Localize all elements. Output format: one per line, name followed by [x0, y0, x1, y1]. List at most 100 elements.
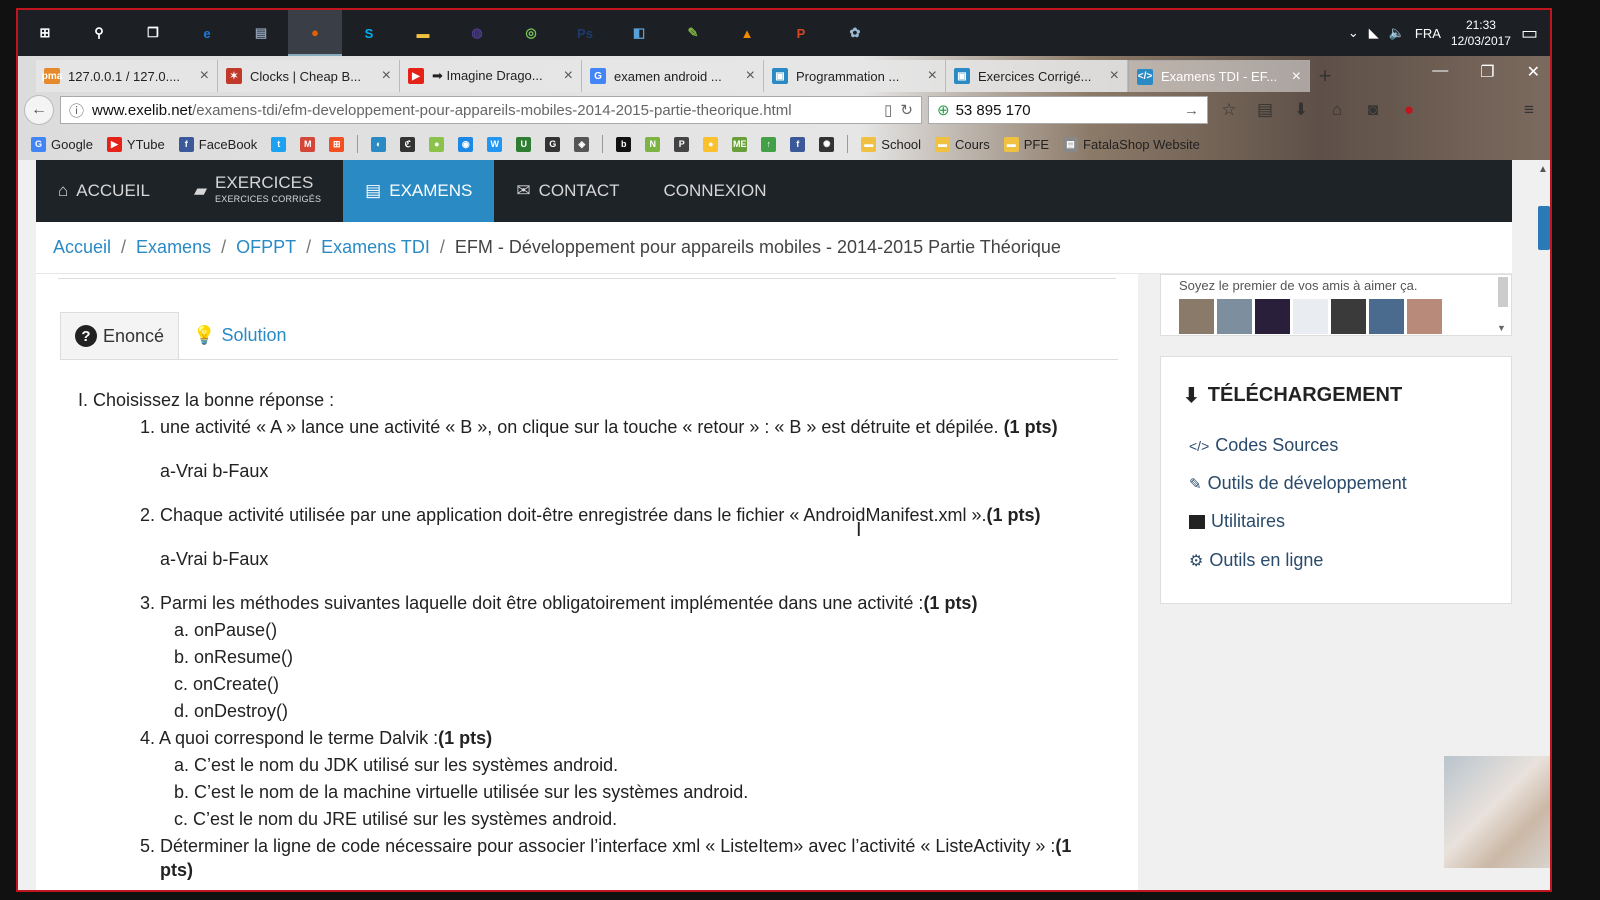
- browser-tab[interactable]: ✶ Clocks | Cheap B... ×: [218, 60, 400, 92]
- new-tab-button[interactable]: +: [1310, 60, 1340, 92]
- breadcrumb-accueil[interactable]: Accueil: [53, 237, 111, 258]
- info-icon[interactable]: ⓘ: [69, 100, 84, 121]
- notifications-icon[interactable]: ▭: [1521, 23, 1538, 44]
- bookmark-item[interactable]: G: [540, 136, 565, 152]
- bookmark-item[interactable]: ▬ PFE: [999, 136, 1054, 152]
- avatar[interactable]: [1255, 299, 1290, 334]
- avatar[interactable]: [1179, 299, 1214, 334]
- reader-view-icon[interactable]: ▯: [884, 101, 892, 119]
- adblock-icon[interactable]: ●: [1394, 95, 1424, 125]
- bookmark-item[interactable]: M: [295, 136, 320, 152]
- bookmark-item[interactable]: ▶ YTube: [102, 136, 170, 152]
- download-icon[interactable]: ⬇: [1286, 95, 1316, 125]
- bookmark-item[interactable]: ●: [424, 136, 449, 152]
- link-utilitaires[interactable]: Utilitaires: [1189, 511, 1285, 532]
- back-button[interactable]: ←: [24, 95, 54, 125]
- close-tab-icon[interactable]: ×: [1110, 67, 1119, 85]
- close-tab-icon[interactable]: ×: [200, 67, 209, 85]
- browser-tab[interactable]: ▣ Exercices Corrigé... ×: [946, 60, 1128, 92]
- search-engine-icon[interactable]: ⊕: [937, 101, 950, 119]
- browser-tab[interactable]: </> Examens TDI - EF... ×: [1128, 60, 1310, 92]
- bookmark-item[interactable]: f: [785, 136, 810, 152]
- bookmark-item[interactable]: f FaceBook: [174, 136, 263, 152]
- browser-tab[interactable]: Gexamen android ... ×: [582, 60, 764, 92]
- breadcrumb-examens-tdi[interactable]: Examens TDI: [321, 237, 430, 258]
- bookmark-item[interactable]: ▬ Cours: [930, 136, 995, 152]
- bookmark-item[interactable]: ▤ FatalaShop Website: [1058, 136, 1205, 152]
- tab-enonce[interactable]: ? Enoncé: [60, 312, 180, 359]
- powerpoint-icon[interactable]: P: [774, 10, 828, 56]
- bookmark-item[interactable]: ⊞: [324, 136, 349, 152]
- scroll-thumb[interactable]: [1498, 277, 1508, 307]
- language-indicator[interactable]: FRA: [1415, 26, 1441, 41]
- bookmark-item[interactable]: ◈: [569, 136, 594, 152]
- vlc-icon[interactable]: ▲: [720, 10, 774, 56]
- bookmark-item[interactable]: ℭ: [395, 136, 420, 152]
- link-outils-developpement[interactable]: ✎ Outils de développement: [1189, 473, 1407, 494]
- paint-icon[interactable]: ✿: [828, 10, 882, 56]
- file-explorer-icon[interactable]: ▬: [396, 10, 450, 56]
- tab-solution[interactable]: 💡 Solution: [179, 312, 300, 359]
- avatar[interactable]: [1217, 299, 1252, 334]
- bookmark-item[interactable]: ◐: [366, 136, 391, 152]
- bookmark-item[interactable]: b: [611, 136, 636, 152]
- breadcrumb-examens[interactable]: Examens: [136, 237, 211, 258]
- avatar[interactable]: [1293, 299, 1328, 334]
- chevron-down-icon[interactable]: ▼: [1497, 323, 1506, 333]
- bookmark-item[interactable]: ↑: [756, 136, 781, 152]
- bookmark-item[interactable]: N: [640, 136, 665, 152]
- url-bar[interactable]: ⓘ www.exelib.net/examens-tdi/efm-develop…: [60, 96, 922, 124]
- bookmark-item[interactable]: W: [482, 136, 507, 152]
- bookmark-item[interactable]: ✺: [814, 136, 839, 152]
- nav-examens[interactable]: ▤ Examens: [343, 160, 495, 222]
- browser-tab[interactable]: ▣ Programmation ... ×: [764, 60, 946, 92]
- nav-contact[interactable]: ✉ Contact: [494, 160, 641, 222]
- like-box-scrollbar[interactable]: ▼: [1495, 277, 1509, 333]
- bookmark-item[interactable]: t: [266, 136, 291, 152]
- browser-tab[interactable]: pma 127.0.0.1 / 127.0.... ×: [36, 60, 218, 92]
- task-view-icon[interactable]: ❐: [126, 10, 180, 56]
- avatar[interactable]: [1369, 299, 1404, 334]
- nav-connexion[interactable]: Connexion: [642, 160, 789, 222]
- network-icon[interactable]: ◣: [1369, 25, 1379, 41]
- close-tab-icon[interactable]: ×: [928, 67, 937, 85]
- android-studio-icon[interactable]: ◎: [504, 10, 558, 56]
- minimize-icon[interactable]: —: [1432, 62, 1448, 82]
- eclipse-icon[interactable]: ◍: [450, 10, 504, 56]
- photoshop-icon[interactable]: Ps: [558, 10, 612, 56]
- search-go-icon[interactable]: →: [1184, 102, 1199, 119]
- link-outils-en-ligne[interactable]: ⚙ Outils en ligne: [1189, 550, 1323, 571]
- bookmark-item[interactable]: U: [511, 136, 536, 152]
- reload-icon[interactable]: ↻: [900, 101, 913, 119]
- close-tab-icon[interactable]: ×: [382, 67, 391, 85]
- reading-list-icon[interactable]: ▤: [1250, 95, 1280, 125]
- close-tab-icon[interactable]: ×: [746, 67, 755, 85]
- close-window-icon[interactable]: ✕: [1527, 62, 1540, 82]
- notepad-icon[interactable]: ◧: [612, 10, 666, 56]
- close-tab-icon[interactable]: ×: [564, 67, 573, 85]
- bookmark-item[interactable]: P: [669, 136, 694, 152]
- home-button-icon[interactable]: ⌂: [1322, 95, 1352, 125]
- url-text[interactable]: www.exelib.net/examens-tdi/efm-developpe…: [92, 102, 876, 119]
- nav-accueil[interactable]: ⌂ Accueil: [36, 160, 172, 222]
- firefox-icon[interactable]: ●: [288, 10, 342, 56]
- bookmark-item[interactable]: ME: [727, 136, 752, 152]
- pocket-icon[interactable]: ◙: [1358, 95, 1388, 125]
- browser-tab[interactable]: ▶ ➡ Imagine Drago... ×: [400, 60, 582, 92]
- avatar[interactable]: [1407, 299, 1442, 334]
- volume-icon[interactable]: 🔈: [1389, 25, 1405, 41]
- scroll-up-icon[interactable]: ▲: [1538, 164, 1548, 175]
- breadcrumb-ofppt[interactable]: OFPPT: [236, 237, 296, 258]
- restore-icon[interactable]: ❐: [1480, 62, 1494, 82]
- search-bar[interactable]: ⊕ 53 895 170 →: [928, 96, 1208, 124]
- windows-start-icon[interactable]: ⊞: [18, 10, 72, 56]
- search-icon[interactable]: ⚲: [72, 10, 126, 56]
- clock[interactable]: 21:33 12/03/2017: [1451, 17, 1511, 49]
- avatar[interactable]: [1331, 299, 1366, 334]
- link-codes-sources[interactable]: </> Codes Sources: [1189, 435, 1338, 456]
- edge-icon[interactable]: e: [180, 10, 234, 56]
- bookmark-star-icon[interactable]: ☆: [1214, 95, 1244, 125]
- bookmark-item[interactable]: ●: [698, 136, 723, 152]
- bookmark-item[interactable]: G Google: [26, 136, 98, 152]
- bookmark-item[interactable]: ◉: [453, 136, 478, 152]
